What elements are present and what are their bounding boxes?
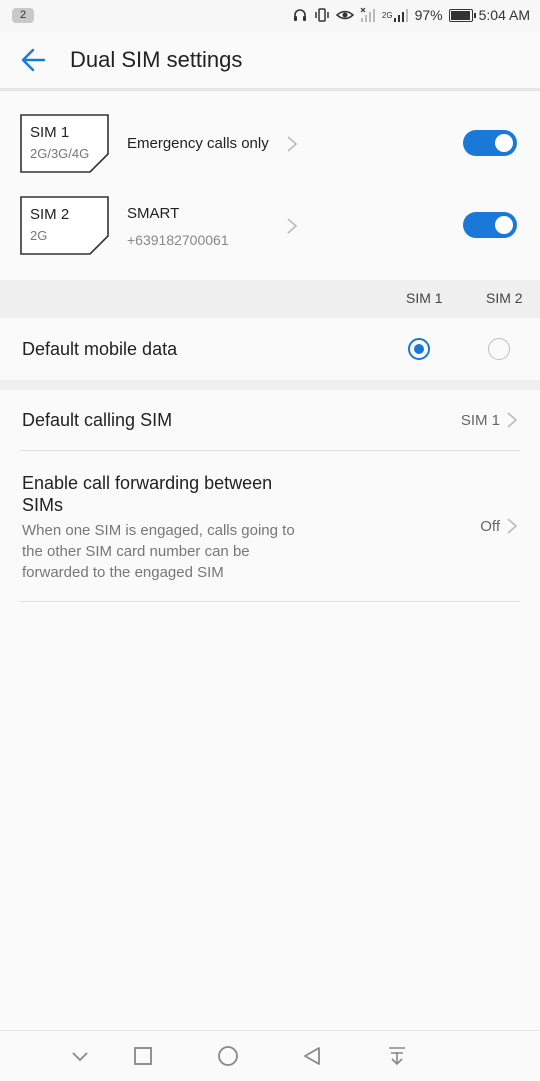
sim1-toggle[interactable] xyxy=(463,130,517,156)
battery-percent: 97% xyxy=(414,7,443,23)
sim1-status: Emergency calls only xyxy=(127,135,269,152)
notification-count-badge: 2 xyxy=(12,8,34,23)
default-sim-header: SIM 1 SIM 2 xyxy=(0,280,540,318)
sim2-carrier: SMART xyxy=(127,205,180,222)
sim1-name: SIM 1 xyxy=(30,124,70,141)
headset-icon xyxy=(293,9,306,21)
sim2-toggle[interactable] xyxy=(463,212,517,238)
pull-down-icon[interactable] xyxy=(385,1044,409,1068)
sim2-networks: 2G xyxy=(30,228,48,243)
network-type-label: 2G xyxy=(381,10,393,20)
chevron-down-icon[interactable] xyxy=(68,1044,92,1068)
default-calling-sim-value: SIM 1 xyxy=(460,412,500,429)
arrow-left-icon xyxy=(21,48,46,72)
chevron-right-icon xyxy=(507,518,518,534)
triangle-back-icon[interactable] xyxy=(300,1044,324,1068)
app-bar-divider xyxy=(0,88,540,91)
sim2-row[interactable]: SIM 2 2G SMART +639182700061 xyxy=(0,196,540,276)
status-icons: 2G 97% 5:04 AM xyxy=(292,7,530,23)
eye-icon xyxy=(335,10,354,20)
signal-strength-icon xyxy=(393,9,408,22)
circle-icon[interactable] xyxy=(216,1044,240,1068)
chevron-right-icon xyxy=(507,412,518,428)
default-mobile-data-label: Default mobile data xyxy=(22,339,178,359)
back-button[interactable] xyxy=(18,46,50,74)
call-forwarding-title: Enable call forwarding between SIMs xyxy=(22,473,273,515)
column-sim1: SIM 1 xyxy=(406,290,443,306)
app-bar: Dual SIM settings xyxy=(0,32,540,88)
sim2-card: SIM 2 2G xyxy=(20,196,109,255)
page-title: Dual SIM settings xyxy=(70,47,243,72)
default-calling-sim-row[interactable]: Default calling SIM SIM 1 xyxy=(0,390,540,450)
column-sim2: SIM 2 xyxy=(486,290,523,306)
sim1-card: SIM 1 2G/3G/4G xyxy=(20,114,109,173)
default-calling-sim-label: Default calling SIM xyxy=(22,410,173,430)
toggle-knob xyxy=(495,216,513,234)
clock: 5:04 AM xyxy=(478,7,530,23)
square-icon[interactable] xyxy=(131,1044,155,1068)
chevron-right-icon xyxy=(287,218,298,234)
mobile-data-sim1-radio[interactable] xyxy=(408,338,430,360)
call-forwarding-description: When one SIM is engaged, calls going to … xyxy=(22,522,295,581)
sim2-name: SIM 2 xyxy=(30,206,70,223)
signal-no-service-icon xyxy=(360,7,375,22)
sim1-row[interactable]: SIM 1 2G/3G/4G Emergency calls only xyxy=(0,114,540,194)
sim-card-icon xyxy=(20,114,109,173)
battery-icon xyxy=(448,8,476,22)
sim1-networks: 2G/3G/4G xyxy=(30,146,90,161)
toggle-knob xyxy=(495,134,513,152)
default-mobile-data-row: Default mobile data xyxy=(0,318,540,380)
sim2-number: +639182700061 xyxy=(127,232,229,248)
list-divider xyxy=(20,601,520,602)
section-divider-band xyxy=(0,380,540,390)
navigation-bar xyxy=(0,1030,540,1081)
sim-card-icon xyxy=(20,196,109,255)
chevron-right-icon xyxy=(287,136,298,152)
mobile-data-sim2-radio[interactable] xyxy=(488,338,510,360)
status-bar: 2 2G 97% 5:04 AM xyxy=(0,0,540,32)
call-forwarding-row[interactable]: Enable call forwarding between SIMs When… xyxy=(0,451,540,601)
vibrate-icon xyxy=(315,8,329,22)
call-forwarding-value: Off xyxy=(480,518,500,535)
